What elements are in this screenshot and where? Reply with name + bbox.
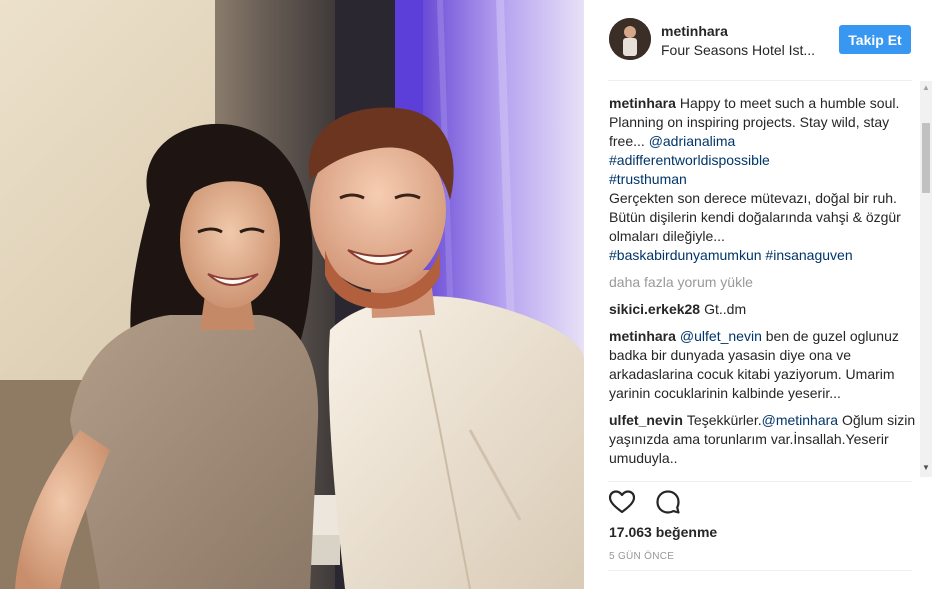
- post-sidebar: metinhara Four Seasons Hotel Ist... Taki…: [584, 0, 932, 589]
- caption-hashtag[interactable]: #baskabirdunyamumkun: [609, 247, 762, 263]
- comments-list: metinhara Happy to meet such a humble sou…: [609, 94, 919, 484]
- comment: metinhara @ulfet_nevin ben de guzel oglun…: [609, 327, 919, 403]
- caption-hashtag[interactable]: #insanaguven: [765, 247, 852, 263]
- scroll-up-icon[interactable]: ▲: [920, 83, 932, 93]
- actions-divider: [608, 481, 912, 482]
- caption-username[interactable]: metinhara: [609, 95, 676, 111]
- post-photo[interactable]: [0, 0, 584, 589]
- selfie-illustration: [0, 0, 584, 589]
- heart-icon[interactable]: [608, 488, 636, 516]
- load-more-comments-link[interactable]: daha fazla yorum yükle: [609, 273, 919, 292]
- post-header: metinhara Four Seasons Hotel Ist... Taki…: [584, 0, 932, 80]
- caption-hashtag[interactable]: #trusthuman: [609, 171, 687, 187]
- location-link[interactable]: Four Seasons Hotel Ist...: [661, 42, 825, 58]
- post-timestamp[interactable]: 5 GÜN ÖNCE: [609, 551, 674, 562]
- action-bar: [608, 488, 696, 516]
- caption-text-turkish: Gerçekten son derece mütevazı, doğal bir…: [609, 190, 901, 244]
- instagram-post: metinhara Four Seasons Hotel Ist... Taki…: [0, 0, 932, 589]
- comment-text-prefix: Teşekkürler.: [686, 412, 762, 428]
- comment-mention[interactable]: @ulfet_nevin: [680, 328, 762, 344]
- avatar[interactable]: [609, 18, 651, 60]
- comment: ulfet_nevin Teşekkürler.@metinhara Oğlum …: [609, 411, 919, 468]
- caption-hashtag[interactable]: #adifferentworldispossible: [609, 152, 770, 168]
- caption: metinhara Happy to meet such a humble sou…: [609, 94, 919, 265]
- scrollbar-thumb[interactable]: [922, 123, 930, 193]
- comment-mention[interactable]: @metinhara: [762, 412, 838, 428]
- username[interactable]: metinhara: [661, 23, 728, 39]
- comment: sikici.erkek28 Gt..dm: [609, 300, 919, 319]
- comment-username[interactable]: sikici.erkek28: [609, 301, 700, 317]
- header-divider: [608, 80, 912, 81]
- bottom-divider: [608, 570, 912, 571]
- scroll-down-icon[interactable]: ▼: [920, 463, 932, 473]
- avatar-image: [609, 18, 651, 60]
- caption-mention[interactable]: @adrianalima: [649, 133, 736, 149]
- comment-username[interactable]: metinhara: [609, 328, 676, 344]
- follow-button[interactable]: Takip Et: [839, 25, 911, 54]
- comment-icon[interactable]: [654, 488, 682, 516]
- comment-username[interactable]: ulfet_nevin: [609, 412, 683, 428]
- comments-scrollbar[interactable]: ▲ ▼: [920, 81, 932, 477]
- likes-count[interactable]: 17.063 beğenme: [609, 524, 717, 540]
- comment-text: Gt..dm: [704, 301, 747, 317]
